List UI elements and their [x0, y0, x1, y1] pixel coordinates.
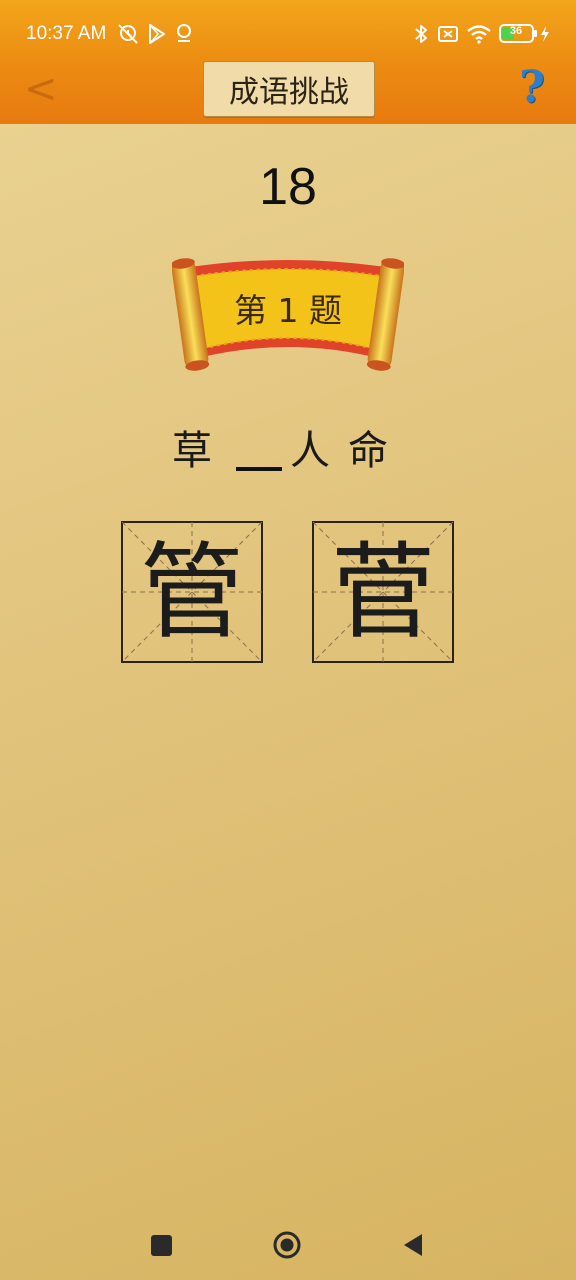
- choice-button-1[interactable]: 管: [121, 521, 263, 663]
- countdown-timer: 18: [259, 158, 317, 216]
- battery-icon: 36: [499, 24, 537, 43]
- choice-char-2: 菅: [330, 531, 435, 653]
- system-navigation-bar: [0, 1210, 576, 1280]
- back-arrow-icon: <: [24, 66, 58, 112]
- recent-apps-icon[interactable]: [151, 1235, 172, 1256]
- question-number-label: 第 1 题: [234, 291, 342, 330]
- battery-level: 36: [509, 25, 523, 37]
- play-store-icon: [149, 24, 165, 44]
- wifi-icon: [467, 25, 491, 44]
- page-title: 成语挑战: [229, 75, 349, 110]
- help-question-icon: ?: [519, 62, 545, 113]
- idiom-char-1: 草: [172, 428, 212, 474]
- idiom-char-4: 命: [348, 428, 388, 474]
- bluetooth-icon: [415, 25, 427, 43]
- charging-icon: [541, 26, 549, 42]
- idiom-blank-slot: [236, 467, 282, 471]
- help-button[interactable]: ?: [512, 64, 552, 112]
- back-button[interactable]: <: [24, 66, 64, 112]
- status-bar: 10:37 AM 36: [0, 0, 576, 70]
- choice-button-2[interactable]: 菅: [312, 521, 454, 663]
- alarm-off-icon: [118, 24, 138, 44]
- sim-off-icon: [438, 26, 458, 42]
- location-icon: [177, 24, 191, 42]
- status-time: 10:37 AM: [26, 23, 107, 44]
- app-header: 10:37 AM 36 < 成语挑战 ?: [0, 0, 576, 124]
- idiom-char-3: 人: [290, 428, 330, 474]
- title-button[interactable]: 成语挑战: [203, 61, 375, 117]
- back-triangle-icon[interactable]: [401, 1232, 425, 1258]
- choice-char-1: 管: [139, 531, 244, 653]
- home-icon[interactable]: [273, 1231, 301, 1259]
- idiom-prompt: 草 人 命: [0, 418, 576, 474]
